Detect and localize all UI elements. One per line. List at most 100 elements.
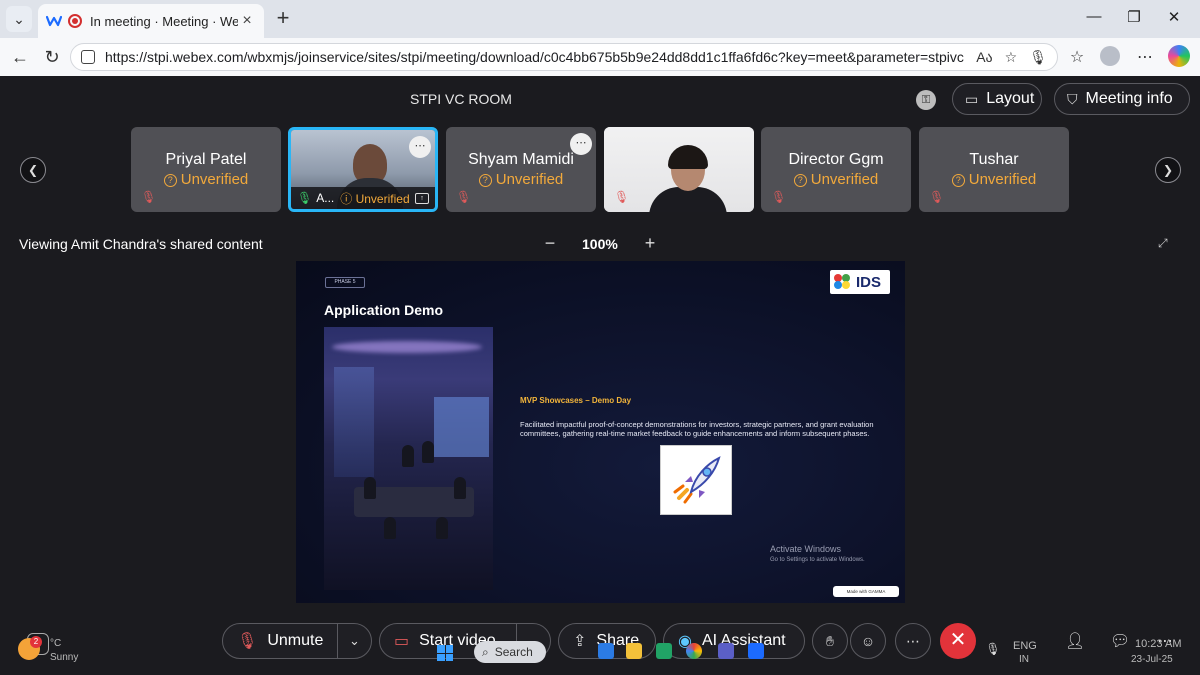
participant-status: ? Unverified bbox=[919, 171, 1069, 188]
search-icon: ⌕ bbox=[482, 644, 489, 659]
raise-hand-icon[interactable]: ✋︎ bbox=[812, 623, 848, 659]
layout-button[interactable]: ▭ Layout bbox=[952, 83, 1042, 115]
participant-status: ? Unverified bbox=[761, 171, 911, 188]
active-speaker-bar: 🎙︎ A... ⓘ Unverified ↑ bbox=[291, 187, 435, 209]
key-icon[interactable]: ⚿ bbox=[916, 90, 936, 110]
webex-icon[interactable] bbox=[748, 643, 764, 659]
windows-start-icon[interactable] bbox=[437, 645, 453, 661]
profile-avatar[interactable] bbox=[1100, 46, 1120, 66]
mic-muted-icon: 🎙︎ bbox=[771, 190, 787, 204]
participant-status: ⓘ Unverified bbox=[340, 191, 410, 206]
reactions-icon[interactable]: ☺ bbox=[850, 623, 886, 659]
clock-date: 23-Jul-25 bbox=[1131, 654, 1173, 665]
audio-options-chevron-icon[interactable]: ⌄ bbox=[337, 624, 371, 658]
taskbar-app-icon[interactable] bbox=[598, 643, 614, 659]
favorite-star-icon[interactable]: ☆ bbox=[1005, 49, 1018, 66]
rocket-image bbox=[660, 445, 732, 515]
participant-tile[interactable]: Tushar ? Unverified 🎙︎ bbox=[919, 127, 1069, 212]
chat-icon[interactable]: 💬︎ bbox=[1110, 631, 1130, 651]
participant-tile[interactable]: Director Ggm ? Unverified 🎙︎ bbox=[761, 127, 911, 212]
clock-time[interactable]: 10:23 AM bbox=[1135, 638, 1181, 650]
shared-content-slide: PHASE 5 Application Demo IDS MVP Showcas… bbox=[296, 261, 905, 603]
status-text: Unverified bbox=[810, 171, 879, 188]
mic-muted-icon: 🎙︎ bbox=[456, 190, 472, 204]
browser-tab-webex[interactable]: In meeting · Meeting · Webex × bbox=[38, 4, 264, 38]
recording-indicator-icon bbox=[68, 14, 82, 28]
viewing-shared-content-label: Viewing Amit Chandra's shared content bbox=[19, 236, 263, 252]
participant-tile-video[interactable]: 🎙︎ bbox=[604, 127, 754, 212]
teams-icon[interactable] bbox=[718, 643, 734, 659]
unmute-button[interactable]: 🎙︎ Unmute ⌄ bbox=[222, 623, 372, 659]
activate-windows-subtitle: Go to Settings to activate Windows. bbox=[770, 557, 865, 563]
photo-person bbox=[364, 477, 376, 499]
conference-room-image bbox=[324, 327, 493, 590]
mic-muted-icon: 🎙︎ bbox=[237, 633, 258, 650]
reload-icon[interactable]: ↻ bbox=[40, 46, 64, 68]
status-text: Unverified bbox=[495, 171, 564, 188]
zoom-in-icon[interactable]: + bbox=[641, 233, 659, 254]
weather-desc: Sunny bbox=[50, 652, 79, 663]
ids-logo: IDS bbox=[830, 270, 890, 294]
address-input[interactable]: https://stpi.webex.com/wbxmjs/joinservic… bbox=[70, 43, 1058, 71]
participant-status: ? Unverified bbox=[131, 171, 281, 188]
photo-ceiling-light bbox=[332, 341, 482, 353]
status-text: Unverified bbox=[355, 191, 410, 206]
file-explorer-icon[interactable] bbox=[626, 643, 642, 659]
participant-tile[interactable]: ⋯ Shyam Mamidi ? Unverified 🎙︎ bbox=[446, 127, 596, 212]
tile-more-options-icon[interactable]: ⋯ bbox=[409, 136, 431, 158]
participant-name: Director Ggm bbox=[788, 151, 884, 168]
site-info-icon[interactable] bbox=[81, 50, 95, 64]
microphone-icon[interactable]: 🎙︎ bbox=[1029, 49, 1047, 66]
language-indicator[interactable]: ENG bbox=[1013, 640, 1037, 652]
photo-person bbox=[436, 517, 448, 539]
tab-close-icon[interactable]: × bbox=[238, 12, 256, 30]
zoom-out-icon[interactable]: − bbox=[541, 233, 559, 254]
participants-icon[interactable]: 👤︎ bbox=[1065, 631, 1085, 651]
window-close-icon[interactable]: ✕ bbox=[1160, 8, 1188, 26]
participant-name: A... bbox=[316, 191, 335, 205]
layout-label: Layout bbox=[986, 90, 1035, 107]
more-menu-icon[interactable]: ⋯ bbox=[1134, 47, 1156, 67]
room-title: STPI VC ROOM bbox=[410, 91, 512, 107]
more-options-icon[interactable]: ⋯ bbox=[895, 623, 931, 659]
weather-temp: °C bbox=[50, 638, 62, 649]
ids-logo-mark-icon bbox=[834, 274, 852, 290]
taskbar-search[interactable]: ⌕ Search bbox=[474, 641, 546, 663]
strip-next-chevron-icon[interactable]: ❯ bbox=[1155, 157, 1181, 183]
expand-icon[interactable]: ⤢ bbox=[1158, 236, 1172, 250]
search-label: Search bbox=[494, 645, 533, 659]
layout-icon: ▭ bbox=[965, 90, 979, 107]
photo-person bbox=[422, 441, 434, 463]
participant-tile[interactable]: Priyal Patel ? Unverified 🎙︎ bbox=[131, 127, 281, 212]
taskbar-app-icon[interactable] bbox=[656, 643, 672, 659]
tab-list-chevron-icon[interactable]: ⌄ bbox=[6, 6, 32, 32]
ids-logo-text: IDS bbox=[856, 273, 882, 291]
taskbar-mic-icon[interactable]: 🎙︎ bbox=[983, 642, 1003, 662]
photo-person bbox=[402, 445, 414, 467]
chrome-icon[interactable] bbox=[686, 643, 702, 659]
leave-meeting-icon[interactable]: ✕ bbox=[940, 623, 976, 659]
region-indicator: IN bbox=[1019, 654, 1029, 665]
photo-person bbox=[454, 477, 466, 499]
activate-windows-title: Activate Windows bbox=[770, 544, 842, 554]
mic-muted-icon: 🎙︎ bbox=[141, 190, 157, 204]
participant-name: Priyal Patel bbox=[165, 151, 247, 168]
slide-body: Facilitated impactful proof-of-concept d… bbox=[520, 420, 874, 438]
address-bar-row: ← ↻ https://stpi.webex.com/wbxmjs/joinse… bbox=[0, 38, 1200, 76]
photo-screen bbox=[434, 397, 489, 457]
participant-tile-active[interactable]: ⋯ 🎙︎ A... ⓘ Unverified ↑ bbox=[288, 127, 438, 212]
mic-muted-icon: 🎙︎ bbox=[929, 190, 945, 204]
restore-icon[interactable]: ❐ bbox=[1120, 8, 1148, 26]
read-aloud-icon[interactable]: Aა bbox=[976, 49, 992, 66]
minimize-icon[interactable]: — bbox=[1080, 8, 1108, 25]
ai-assistant-button[interactable]: ◉ AI Assistant bbox=[663, 623, 805, 659]
favorites-icon[interactable]: ☆ bbox=[1066, 47, 1088, 67]
status-text: Unverified bbox=[180, 171, 249, 188]
copilot-icon[interactable] bbox=[1168, 45, 1190, 67]
meeting-info-button[interactable]: ⛉ Meeting info bbox=[1054, 83, 1190, 115]
new-tab-plus-icon[interactable]: + bbox=[270, 6, 296, 32]
strip-prev-chevron-icon[interactable]: ❮ bbox=[20, 157, 46, 183]
participant-name: Shyam Mamidi bbox=[468, 151, 574, 168]
phase-chip: PHASE 5 bbox=[325, 277, 365, 288]
back-arrow-icon[interactable]: ← bbox=[8, 46, 32, 68]
